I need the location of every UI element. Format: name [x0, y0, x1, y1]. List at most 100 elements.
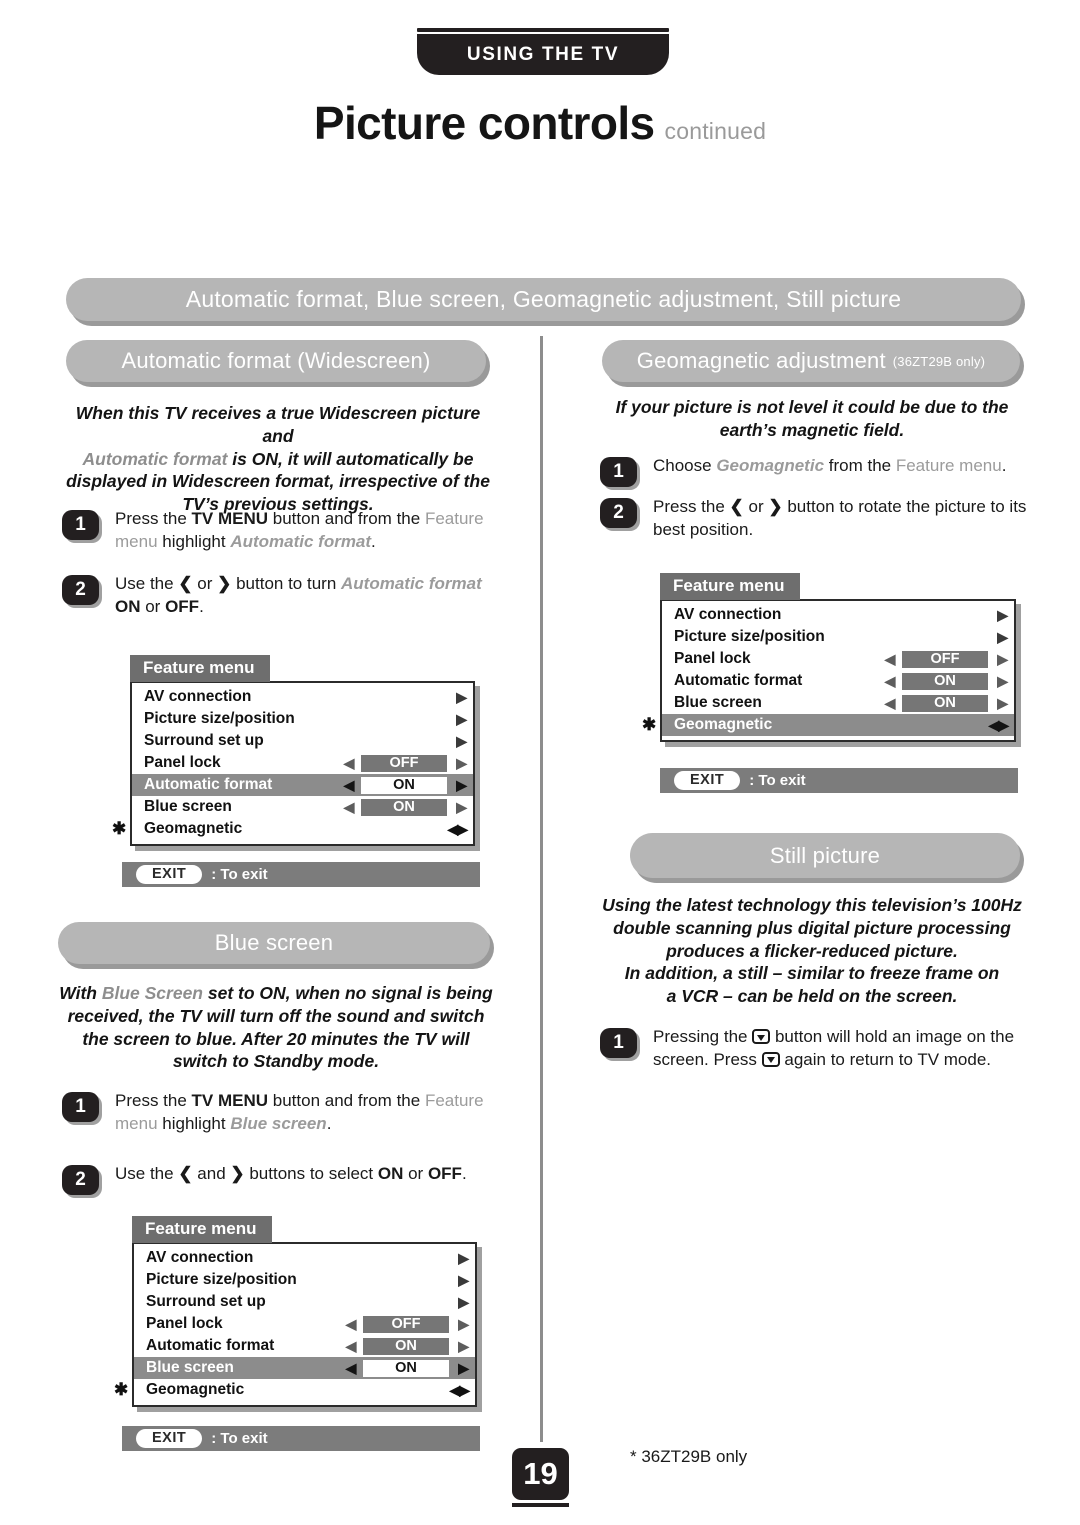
osd-row-label: Blue screen	[144, 798, 232, 815]
arrow-right-icon[interactable]: ▶	[992, 674, 1008, 688]
arrow-pair-icon[interactable]: ◀▶	[890, 717, 1009, 734]
step-text-part: Use the	[115, 574, 179, 593]
osd-menu-row[interactable]: AV connection ▶	[132, 686, 473, 708]
arrow-left-icon[interactable]: ◀	[341, 800, 357, 814]
step-badge: 1	[600, 457, 637, 487]
osd-row-value: ON	[361, 798, 447, 816]
step-badge: 1	[62, 1092, 99, 1122]
submenu-arrow-icon[interactable]: ▶	[451, 733, 467, 750]
osd-menu-row[interactable]: AV connection ▶	[662, 604, 1014, 626]
step-badge: 2	[62, 1165, 99, 1195]
banner-tab: USING THE TV	[417, 34, 669, 75]
osd-menu-row[interactable]: Picture size/position ▶	[662, 626, 1014, 648]
arrow-right-icon[interactable]: ▶	[451, 778, 467, 792]
arrow-right-icon: ❯	[217, 574, 232, 593]
submenu-arrow-icon[interactable]: ▶	[451, 689, 467, 706]
arrow-left-icon[interactable]: ◀	[343, 1317, 359, 1331]
arrow-right-icon[interactable]: ▶	[451, 756, 467, 770]
osd-menu-row[interactable]: Geomagnetic ◀▶	[132, 818, 473, 840]
step-text-part: .	[371, 531, 376, 551]
arrow-left-icon[interactable]: ◀	[341, 778, 357, 792]
arrow-left-icon[interactable]: ◀	[882, 652, 898, 666]
submenu-arrow-icon[interactable]: ▶	[992, 607, 1008, 624]
step-badge: 1	[600, 1028, 637, 1058]
step-text: Choose Geomagnetic from the Feature menu…	[653, 455, 1006, 478]
submenu-arrow-icon[interactable]: ▶	[453, 1272, 469, 1289]
arrow-right-icon: ❯	[230, 1164, 245, 1183]
arrow-right-icon[interactable]: ▶	[453, 1361, 469, 1375]
step-text-part: .	[1001, 456, 1007, 475]
submenu-arrow-icon[interactable]: ▶	[453, 1294, 469, 1311]
pill-master-heading: Automatic format, Blue screen, Geomagnet…	[66, 278, 1021, 321]
exit-button[interactable]: EXIT	[674, 771, 741, 790]
step-text-part: or	[140, 596, 166, 616]
column-divider	[540, 336, 543, 1442]
osd-menu-row[interactable]: Panel lock ◀ OFF ▶	[132, 752, 473, 774]
blurb-line-5: a VCR – can be held on the screen.	[666, 986, 958, 1006]
step-badge: 1	[62, 510, 99, 540]
submenu-arrow-icon[interactable]: ▶	[451, 711, 467, 728]
exit-button[interactable]: EXIT	[136, 865, 203, 884]
osd-menu-row[interactable]: Geomagnetic ◀▶	[662, 714, 1014, 736]
osd-menu-row[interactable]: Picture size/position ▶	[132, 708, 473, 730]
osd-menu-row[interactable]: Surround set up ▶	[132, 730, 473, 752]
footnote-asterisk: ✱	[112, 819, 127, 838]
arrow-left-icon[interactable]: ◀	[341, 756, 357, 770]
arrow-left-icon[interactable]: ◀	[343, 1339, 359, 1353]
osd-row-value: ON	[902, 672, 988, 690]
osd-menu-box[interactable]: AV connection ▶ Picture size/position ▶ Pane…	[642, 599, 1016, 742]
osd-row-value: ON	[361, 776, 447, 794]
osd-row-label: AV connection	[674, 606, 782, 623]
blurb-blue-screen: With Blue Screen set to ON, when no sign…	[56, 982, 496, 1073]
arrow-left-icon[interactable]: ◀	[343, 1361, 359, 1375]
step-text-part: .	[199, 596, 204, 616]
arrow-right-icon[interactable]: ▶	[453, 1339, 469, 1353]
step-text: Use the ❮ and ❯ buttons to select ON or …	[115, 1163, 467, 1186]
osd-menu-row[interactable]: Automatic format ◀ ON ▶	[662, 670, 1014, 692]
osd-menu-row[interactable]: Blue screen ◀ ON ▶	[132, 796, 473, 818]
arrow-right-icon[interactable]: ▶	[992, 652, 1008, 666]
blurb-line-2: earth’s magnetic field.	[719, 419, 905, 440]
osd-menu-row[interactable]: Surround set up ▶	[134, 1291, 475, 1313]
pill-blue-screen-label: Blue screen	[214, 930, 334, 955]
osd-menu-row[interactable]: Panel lock ◀ OFF ▶	[662, 648, 1014, 670]
arrow-right-icon[interactable]: ▶	[453, 1317, 469, 1331]
step-automatic-format-1: 1 Press the TV MENU button and from the …	[62, 508, 502, 553]
step-text-strong: TV MENU	[191, 509, 269, 528]
step-text-part: highlight	[157, 531, 231, 551]
page-number-rule	[512, 1503, 569, 1507]
arrow-left-icon[interactable]: ◀	[882, 674, 898, 688]
osd-menu-row[interactable]: Blue screen ◀ ON ▶	[662, 692, 1014, 714]
arrow-right-icon: ❯	[768, 497, 783, 516]
pill-automatic-format: Automatic format (Widescreen)	[66, 340, 486, 382]
osd-menu-row[interactable]: Geomagnetic ◀▶	[134, 1379, 475, 1401]
osd-menu-row[interactable]: Automatic format ◀ ON ▶	[134, 1335, 475, 1357]
blurb-line-1-gray: Blue Screen	[101, 983, 203, 1003]
blurb-line-2-gray: Automatic format	[82, 448, 228, 469]
arrow-left-icon[interactable]: ◀	[882, 696, 898, 710]
osd-menu-box[interactable]: AV connection ▶ Picture size/position ▶ Surr…	[114, 1242, 477, 1407]
osd-row-value: ON	[363, 1337, 449, 1355]
blurb-line-3: the screen to blue. After 20 minutes the…	[82, 1028, 470, 1049]
osd-row-label: Panel lock	[144, 754, 221, 771]
osd-menu-row[interactable]: Picture size/position ▶	[134, 1269, 475, 1291]
osd-row-label: Picture size/position	[146, 1271, 297, 1288]
osd-feature-menu-blue-screen: Feature menu AV connection ▶ Picture size/…	[114, 1216, 477, 1407]
submenu-arrow-icon[interactable]: ▶	[453, 1250, 469, 1267]
exit-hint-text: : To exit	[749, 772, 806, 789]
exit-button[interactable]: EXIT	[136, 1429, 203, 1448]
submenu-arrow-icon[interactable]: ▶	[992, 629, 1008, 646]
arrow-right-icon[interactable]: ▶	[451, 800, 467, 814]
footnote-asterisk: ✱	[642, 715, 657, 734]
step-text-gray-italic: Automatic format	[230, 531, 372, 551]
osd-menu-box[interactable]: AV connection ▶ Picture size/position ▶ Surr…	[112, 681, 475, 846]
arrow-pair-icon[interactable]: ◀▶	[349, 821, 468, 838]
osd-menu-row[interactable]: Panel lock ◀ OFF ▶	[134, 1313, 475, 1335]
osd-menu-row[interactable]: Blue screen ◀ ON ▶	[134, 1357, 475, 1379]
step-text-strong: ON	[377, 1164, 404, 1183]
arrow-pair-icon[interactable]: ◀▶	[351, 1382, 470, 1399]
osd-menu-row[interactable]: Automatic format ◀ ON ▶	[132, 774, 473, 796]
footnote-asterisk: ✱	[114, 1380, 129, 1399]
osd-menu-row[interactable]: AV connection ▶	[134, 1247, 475, 1269]
arrow-right-icon[interactable]: ▶	[992, 696, 1008, 710]
